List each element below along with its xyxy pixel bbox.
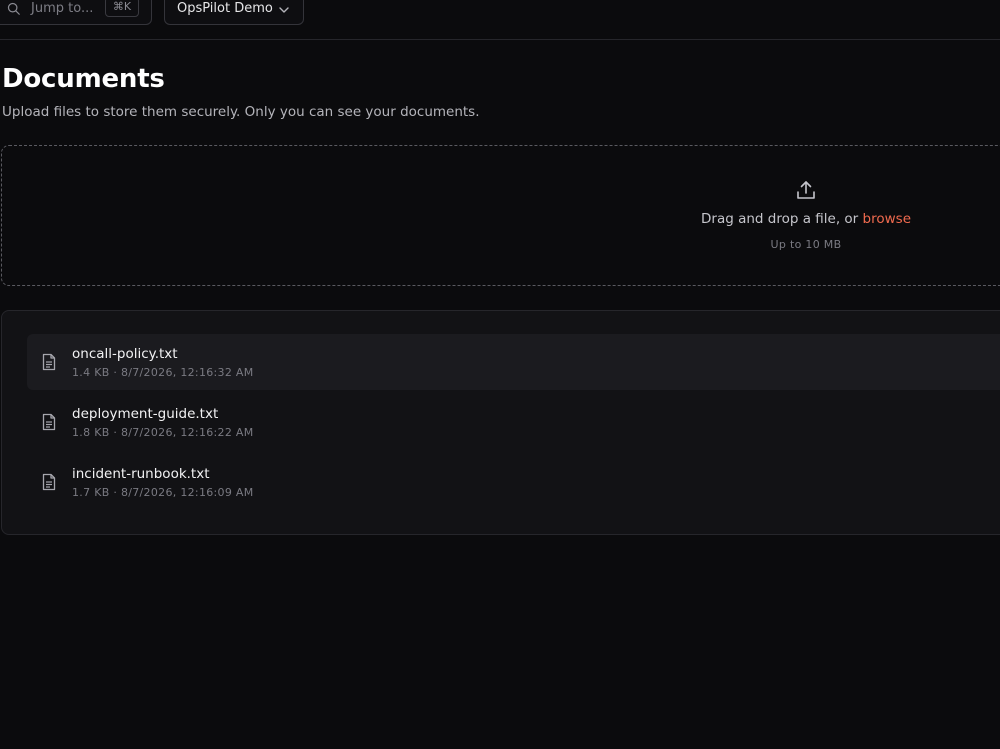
file-name: incident-runbook.txt bbox=[72, 466, 210, 482]
file-meta: 1.4 KB · 8/7/2026, 12:16:32 AM bbox=[72, 366, 254, 379]
chevron-down-icon bbox=[279, 7, 289, 13]
workspace-switcher[interactable]: OpsPilot Demo bbox=[164, 0, 304, 25]
file-meta: 1.8 KB · 8/7/2026, 12:16:22 AM bbox=[72, 426, 254, 439]
list-item[interactable]: oncall-policy.txt 1.4 KB · 8/7/2026, 12:… bbox=[27, 334, 1000, 390]
file-text-icon bbox=[42, 413, 56, 431]
browse-link[interactable]: browse bbox=[863, 211, 911, 227]
search-icon bbox=[7, 2, 20, 15]
list-item[interactable]: deployment-guide.txt 1.8 KB · 8/7/2026, … bbox=[27, 394, 1000, 450]
file-name: oncall-policy.txt bbox=[72, 346, 178, 362]
dropzone-text: Drag and drop a file, or bbox=[701, 211, 863, 227]
file-meta: 1.7 KB · 8/7/2026, 12:16:09 AM bbox=[72, 486, 254, 499]
workspace-label: OpsPilot Demo bbox=[177, 1, 273, 16]
upload-size-limit: Up to 10 MB bbox=[770, 238, 842, 251]
page-subtitle: Upload files to store them securely. Onl… bbox=[2, 104, 480, 120]
search-placeholder: Jump to... bbox=[31, 1, 94, 16]
page-title: Documents bbox=[2, 64, 165, 94]
dropzone-instructions: Drag and drop a file, or browse bbox=[0, 211, 1000, 227]
file-text-icon bbox=[42, 473, 56, 491]
search-shortcut-badge: ⌘K bbox=[105, 0, 139, 17]
file-name: deployment-guide.txt bbox=[72, 406, 219, 422]
file-text-icon bbox=[42, 353, 56, 371]
top-bar: Jump to... ⌘K OpsPilot Demo bbox=[0, 0, 1000, 40]
upload-icon bbox=[797, 181, 815, 199]
jump-to-search[interactable]: Jump to... ⌘K bbox=[0, 0, 152, 25]
list-item[interactable]: incident-runbook.txt 1.7 KB · 8/7/2026, … bbox=[27, 454, 1000, 510]
documents-list: oncall-policy.txt 1.4 KB · 8/7/2026, 12:… bbox=[1, 310, 1000, 535]
